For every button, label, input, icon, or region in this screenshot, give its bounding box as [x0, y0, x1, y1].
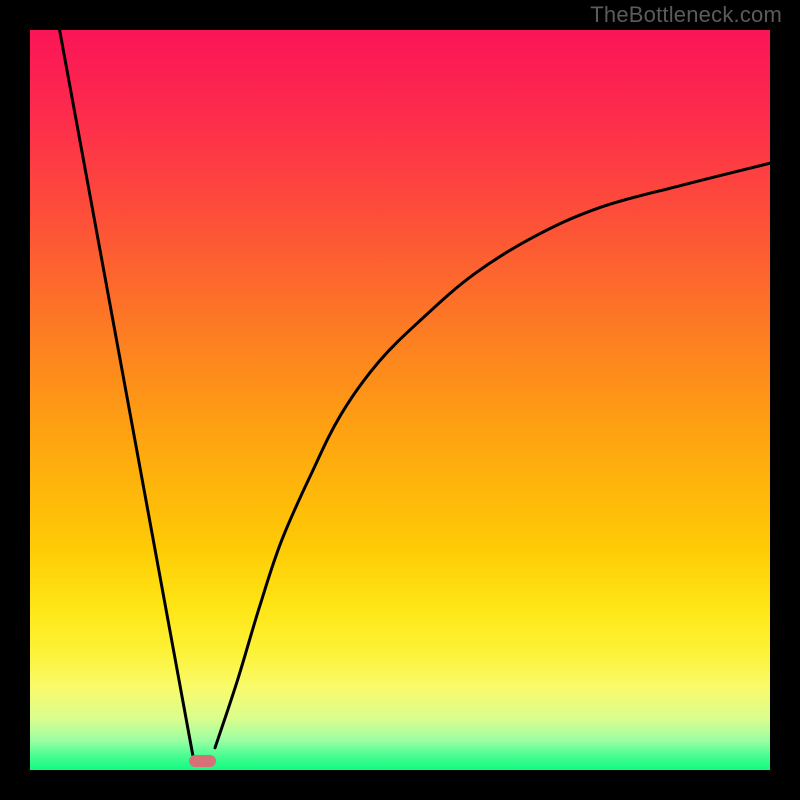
chart-container: TheBottleneck.com [0, 0, 800, 800]
watermark-text: TheBottleneck.com [590, 2, 782, 28]
curve-layer [30, 30, 770, 770]
right-curve-path [215, 163, 770, 748]
bottleneck-marker [189, 755, 216, 767]
left-segment-path [60, 30, 193, 755]
plot-area [30, 30, 770, 770]
